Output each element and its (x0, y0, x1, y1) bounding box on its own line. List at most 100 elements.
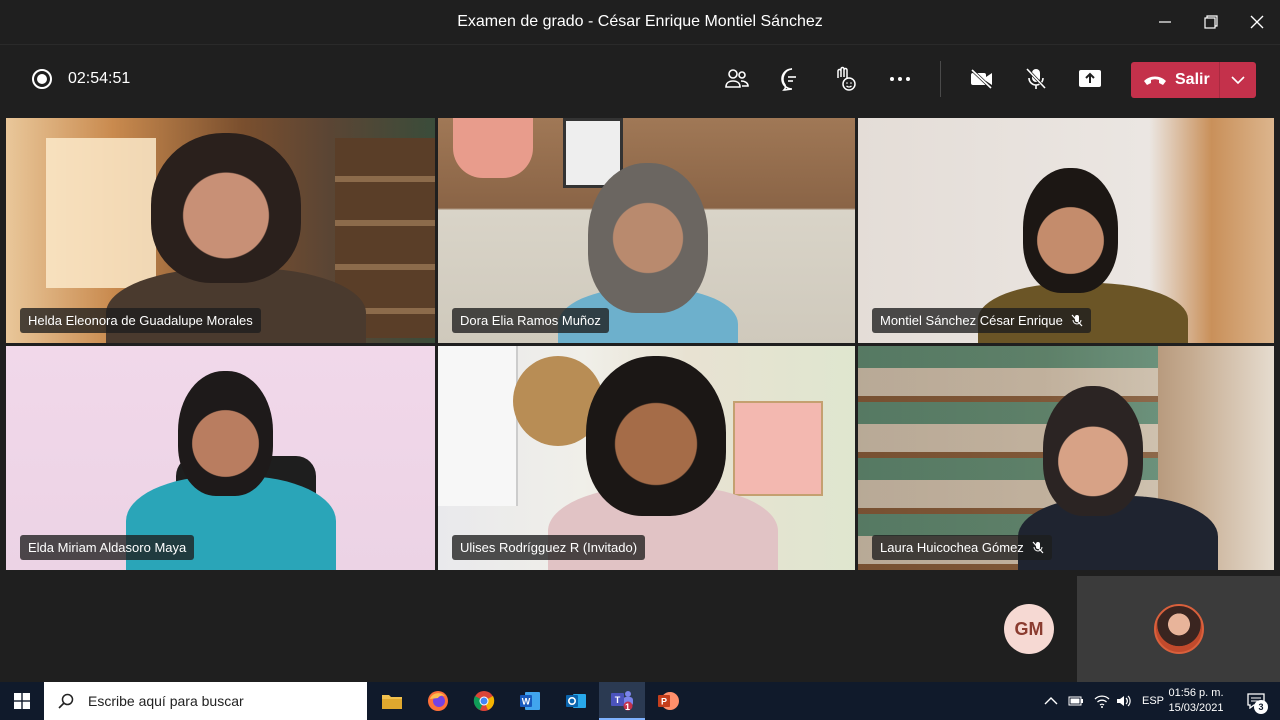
system-tray: ESP (1044, 682, 1164, 720)
participant-name: Laura Huicochea Gómez (880, 540, 1024, 555)
video-tile[interactable]: Laura Huicochea Gómez (858, 346, 1274, 570)
leave-label: Salir (1175, 71, 1210, 88)
participant-name-tag: Ulises Rodrígguez R (Invitado) (452, 535, 646, 560)
language-indicator[interactable]: ESP (1142, 695, 1164, 707)
start-button[interactable] (0, 682, 44, 720)
restore-button[interactable] (1188, 0, 1234, 44)
taskbar-file-explorer[interactable] (369, 682, 415, 720)
windows-icon (14, 693, 30, 709)
taskbar-chrome[interactable] (461, 682, 507, 720)
camera-off-icon (970, 68, 993, 90)
search-icon (58, 693, 74, 709)
window-title: Examen de grado - César Enrique Montiel … (457, 13, 823, 30)
person-head (1043, 386, 1143, 516)
chevron-down-icon (1231, 76, 1245, 84)
clock-date: 15/03/2021 (1168, 702, 1224, 714)
raise-hand-icon (837, 66, 856, 91)
whiteboard (438, 346, 518, 506)
mic-off-icon (1032, 541, 1044, 554)
participant-name: Dora Elia Ramos Muñoz (460, 313, 601, 328)
svg-text:P: P (661, 697, 667, 707)
participant-name-tag: Laura Huicochea Gómez (872, 535, 1052, 560)
window-controls (1142, 0, 1280, 44)
participant-avatar[interactable]: GM (1004, 604, 1054, 654)
notification-center-button[interactable]: 3 (1238, 682, 1274, 720)
meeting-timer: 02:54:51 (68, 70, 131, 87)
chat-button[interactable] (778, 65, 806, 93)
firefox-icon (428, 691, 448, 711)
word-icon: W (520, 692, 540, 710)
share-screen-button[interactable] (1076, 65, 1104, 93)
taskbar-firefox[interactable] (415, 682, 461, 720)
camera-toggle-button[interactable] (968, 65, 996, 93)
battery-icon[interactable] (1068, 696, 1084, 706)
outlook-icon (566, 694, 586, 708)
mic-toggle-button[interactable] (1022, 65, 1050, 93)
participant-name-tag: Helda Eleonora de Guadalupe Morales (20, 308, 261, 333)
participant-name-tag: Dora Elia Ramos Muñoz (452, 308, 609, 333)
svg-text:T: T (615, 695, 621, 705)
chrome-icon (473, 691, 495, 711)
close-icon (1250, 15, 1264, 29)
recording-icon (32, 69, 52, 89)
teams-icon: T (611, 691, 633, 711)
chat-icon (781, 68, 796, 91)
video-tile[interactable]: Montiel Sánchez César Enrique (858, 118, 1274, 343)
person-head (586, 356, 726, 516)
meeting-toolbar: 02:54:51 Salir (0, 44, 1280, 114)
title-bar: Examen de grado - César Enrique Montiel … (0, 0, 1280, 44)
lamp (453, 118, 533, 178)
share-icon (1079, 70, 1101, 87)
participant-name: Montiel Sánchez César Enrique (880, 313, 1063, 328)
leave-options-button[interactable] (1220, 62, 1256, 98)
toolbar-divider (940, 61, 941, 97)
folder-icon (382, 695, 402, 709)
taskbar-outlook[interactable] (553, 682, 599, 720)
participant-name: Ulises Rodrígguez R (Invitado) (460, 540, 638, 555)
taskbar-search-box[interactable]: Escribe aquí para buscar (44, 682, 367, 720)
self-preview[interactable] (1077, 576, 1280, 682)
mic-off-icon (1025, 67, 1047, 90)
leave-button-group: Salir (1131, 62, 1256, 98)
person-head (178, 371, 273, 496)
taskbar-word[interactable]: W (507, 682, 553, 720)
restore-icon (1204, 15, 1218, 29)
taskbar-clock[interactable]: 01:56 p. m. 15/03/2021 (1164, 686, 1228, 716)
participant-name-tag: Elda Miriam Aldasoro Maya (20, 535, 195, 560)
wifi-icon[interactable] (1094, 694, 1110, 708)
video-tile[interactable]: Elda Miriam Aldasoro Maya (6, 346, 435, 570)
participants-button[interactable] (723, 65, 751, 93)
leave-button[interactable]: Salir (1131, 62, 1219, 98)
minimize-icon (1159, 21, 1171, 23)
person-head (1023, 168, 1118, 293)
hang-up-icon (1144, 76, 1166, 85)
search-placeholder: Escribe aquí para buscar (88, 693, 244, 709)
chevron-up-icon[interactable] (1044, 696, 1058, 706)
video-tile[interactable]: Dora Elia Ramos Muñoz (438, 118, 855, 343)
video-tile[interactable]: Ulises Rodrígguez R (Invitado) (438, 346, 855, 570)
video-tile[interactable]: Helda Eleonora de Guadalupe Morales (6, 118, 435, 343)
mic-off-icon (1071, 314, 1083, 327)
hummingbird-painting (733, 401, 823, 496)
volume-icon[interactable] (1116, 694, 1132, 708)
taskbar-powerpoint[interactable]: P (645, 682, 691, 720)
clock-time: 01:56 p. m. (1168, 687, 1224, 699)
close-button[interactable] (1234, 0, 1280, 44)
powerpoint-icon: P (658, 692, 679, 710)
notification-count: 3 (1254, 700, 1268, 714)
people-icon (725, 69, 749, 88)
person-head (151, 133, 301, 283)
more-icon (890, 77, 910, 81)
more-actions-button[interactable] (886, 65, 914, 93)
minimize-button[interactable] (1142, 0, 1188, 44)
self-avatar (1153, 604, 1204, 654)
teams-badge: 1 (625, 702, 631, 712)
participant-name: Helda Eleonora de Guadalupe Morales (28, 313, 253, 328)
participant-name: Elda Miriam Aldasoro Maya (28, 540, 187, 555)
reactions-button[interactable] (831, 65, 859, 93)
window-light (46, 138, 156, 288)
participant-name-tag: Montiel Sánchez César Enrique (872, 308, 1091, 333)
svg-text:W: W (522, 697, 531, 707)
taskbar-teams[interactable]: T 1 (599, 682, 645, 720)
person-head (588, 163, 708, 313)
